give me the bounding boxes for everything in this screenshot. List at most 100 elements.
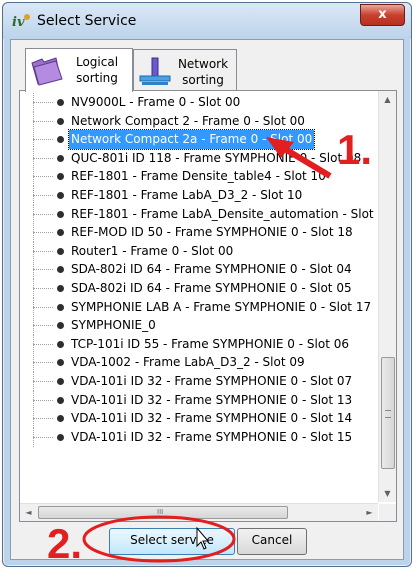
close-button[interactable]: x (360, 4, 405, 26)
tab-logical-line2: sorting (76, 71, 118, 85)
tree-connector (33, 102, 53, 103)
tab-logical-label: Logical sorting (66, 54, 128, 86)
tree-item[interactable]: NV9000L - Frame 0 - Slot 00 (23, 93, 378, 112)
node-bullet-icon (57, 415, 64, 423)
node-bullet-icon (57, 191, 64, 199)
select-service-button[interactable]: Select service (109, 528, 235, 555)
annotation-step-1: 1. (337, 126, 373, 173)
tab-network-label: Network sorting (172, 56, 234, 88)
node-bullet-icon (57, 136, 64, 144)
tab-network-sorting[interactable]: Network sorting (133, 49, 237, 90)
tree-item[interactable]: REF-1801 - Frame LabA_Densite_automation… (23, 204, 378, 224)
tree-item[interactable]: TCP-101i ID 55 - Frame SYMPHONIE 0 - Slo… (23, 334, 378, 354)
node-bullet-icon (57, 247, 64, 255)
tree-connector (33, 436, 53, 438)
tab-network-line2: sorting (182, 73, 224, 87)
window-title: Select Service (37, 13, 137, 29)
tree-item[interactable]: VDA-101i ID 32 - Frame SYMPHONIE 0 - Slo… (23, 390, 378, 410)
tab-logical-sorting[interactable]: Logical sorting (25, 48, 133, 92)
tree-connector (33, 418, 53, 420)
service-tree[interactable]: NV9000L - Frame 0 - Slot 00 Network Compa… (23, 93, 378, 493)
tree-item-label: SDA-802i ID 64 - Frame SYMPHONIE 0 - Slo… (71, 280, 352, 295)
tree-connector (33, 269, 53, 271)
tree-item[interactable]: Network Compact 2 - Frame 0 - Slot 00 (23, 111, 378, 131)
node-bullet-icon (57, 396, 64, 404)
tree-item-label: Network Compact 2 - Frame 0 - Slot 00 (71, 113, 305, 128)
horizontal-scrollbar[interactable]: ◄ III ► (20, 503, 378, 521)
tree-item-label: Router1 - Frame 0 - Slot 00 (71, 243, 234, 258)
tree-item[interactable]: REF-MOD ID 50 - Frame SYMPHONIE 0 - Slot… (23, 223, 378, 243)
tree-item-label: Network Compact 2a - Frame 0 - Slot 00 (67, 129, 316, 150)
tree-item[interactable]: REF-1801 - Frame Densite_table4 - Slot 1… (23, 167, 378, 187)
tree-item-label: REF-MOD ID 50 - Frame SYMPHONIE 0 - Slot… (71, 225, 353, 240)
scroll-left-arrow-icon[interactable]: ◄ (20, 504, 37, 521)
scroll-grip: III (157, 508, 164, 516)
scroll-up-arrow-icon[interactable]: ▲ (379, 91, 396, 108)
tree-item-label: VDA-101i ID 32 - Frame SYMPHONIE 0 - Slo… (71, 373, 353, 388)
tree-connector (33, 325, 53, 327)
tree-item-label: NV9000L - Frame 0 - Slot 00 (71, 95, 241, 109)
network-icon (139, 57, 171, 85)
tree-item-label: VDA-101i ID 32 - Frame SYMPHONIE 0 - Slo… (71, 392, 353, 407)
tree-item[interactable]: QUC-801i ID 118 - Frame SYMPHONIE 0 - Sl… (23, 148, 378, 168)
scroll-down-arrow-icon[interactable]: ▼ (379, 485, 396, 502)
node-bullet-icon (57, 117, 64, 125)
tree-item[interactable]: SDA-802i ID 64 - Frame SYMPHONIE 0 - Slo… (23, 260, 378, 280)
select-service-window: iv Select Service x Logical sorting Netw (2, 2, 412, 567)
tab-network-line1: Network (177, 57, 229, 71)
tree-item[interactable]: VDA-101i ID 32 - Frame SYMPHONIE 0 - Slo… (23, 409, 378, 429)
tree-item[interactable]: SYMPHONIE_0 (23, 316, 378, 336)
dialog-client: Logical sorting Network sorting NV9000L … (10, 39, 404, 560)
scrollbar-corner (379, 504, 396, 521)
node-bullet-icon (57, 154, 64, 162)
node-bullet-icon (57, 284, 64, 292)
tree-item[interactable]: SDA-802i ID 64 - Frame SYMPHONIE 0 - Slo… (23, 278, 378, 298)
tree-connector (33, 176, 53, 178)
cancel-button[interactable]: Cancel (237, 528, 307, 555)
node-bullet-icon (57, 229, 64, 237)
tree-connector (33, 380, 53, 382)
horizontal-scroll-thumb[interactable]: III (38, 506, 288, 519)
tree-connector (33, 157, 53, 159)
tree-item[interactable]: REF-1801 - Frame LabA_D3_2 - Slot 10 (23, 185, 378, 205)
title-bar[interactable]: iv Select Service x (3, 3, 411, 39)
tree-item[interactable]: SYMPHONIE LAB A - Frame SYMPHONIE 0 - Sl… (23, 297, 378, 317)
tree-item-label: QUC-801i ID 118 - Frame SYMPHONIE 0 - Sl… (71, 150, 362, 165)
vertical-scroll-thumb[interactable] (381, 357, 395, 469)
tree-connector (33, 213, 53, 215)
node-bullet-icon (57, 99, 64, 106)
svg-text:iv: iv (12, 15, 25, 30)
tree-connector (33, 194, 53, 196)
tree-item-label: VDA-101i ID 32 - Frame SYMPHONIE 0 - Slo… (71, 429, 353, 444)
tree-connector (33, 232, 53, 234)
tree-connector (33, 139, 53, 141)
tree-item-label: SYMPHONIE LAB A - Frame SYMPHONIE 0 - Sl… (71, 299, 372, 314)
node-bullet-icon (57, 433, 64, 441)
tree-item[interactable]: Network Compact 2a - Frame 0 - Slot 00 (23, 129, 378, 150)
node-bullet-icon (57, 359, 64, 367)
tree-item[interactable]: Router1 - Frame 0 - Slot 00 (23, 241, 378, 261)
tree-item[interactable]: VDA-1002 - Frame LabA_D3_2 - Slot 09 (23, 353, 378, 373)
tree-connector (33, 287, 53, 289)
tree-item-label: REF-1801 - Frame LabA_D3_2 - Slot 10 (71, 187, 303, 202)
node-bullet-icon (57, 173, 64, 181)
node-bullet-icon (57, 322, 64, 330)
tree-item-label: SYMPHONIE_0 (71, 318, 156, 333)
tree-item-label: REF-1801 - Frame Densite_table4 - Slot 1… (71, 169, 326, 184)
tree-item[interactable]: VDA-101i ID 32 - Frame SYMPHONIE 0 - Slo… (23, 371, 378, 391)
tree-connector (33, 362, 53, 364)
scroll-right-arrow-icon[interactable]: ► (361, 504, 378, 521)
tree-connector (33, 306, 53, 308)
node-bullet-icon (57, 266, 64, 274)
tree-connector (33, 250, 53, 252)
vertical-scrollbar[interactable]: ▲ ▼ (378, 91, 396, 502)
node-bullet-icon (57, 340, 64, 348)
tree-item-label: REF-1801 - Frame LabA_Densite_automation… (71, 206, 374, 221)
tree-item-label: TCP-101i ID 55 - Frame SYMPHONIE 0 - Slo… (71, 336, 349, 351)
tree-item-label: VDA-101i ID 32 - Frame SYMPHONIE 0 - Slo… (71, 411, 353, 426)
app-icon: iv (12, 14, 30, 30)
tree-item[interactable]: VDA-101i ID 32 - Frame SYMPHONIE 0 - Slo… (23, 427, 378, 447)
tree-connector (33, 343, 53, 345)
tree-connector (33, 120, 53, 122)
annotation-step-2: 2. (47, 520, 83, 567)
